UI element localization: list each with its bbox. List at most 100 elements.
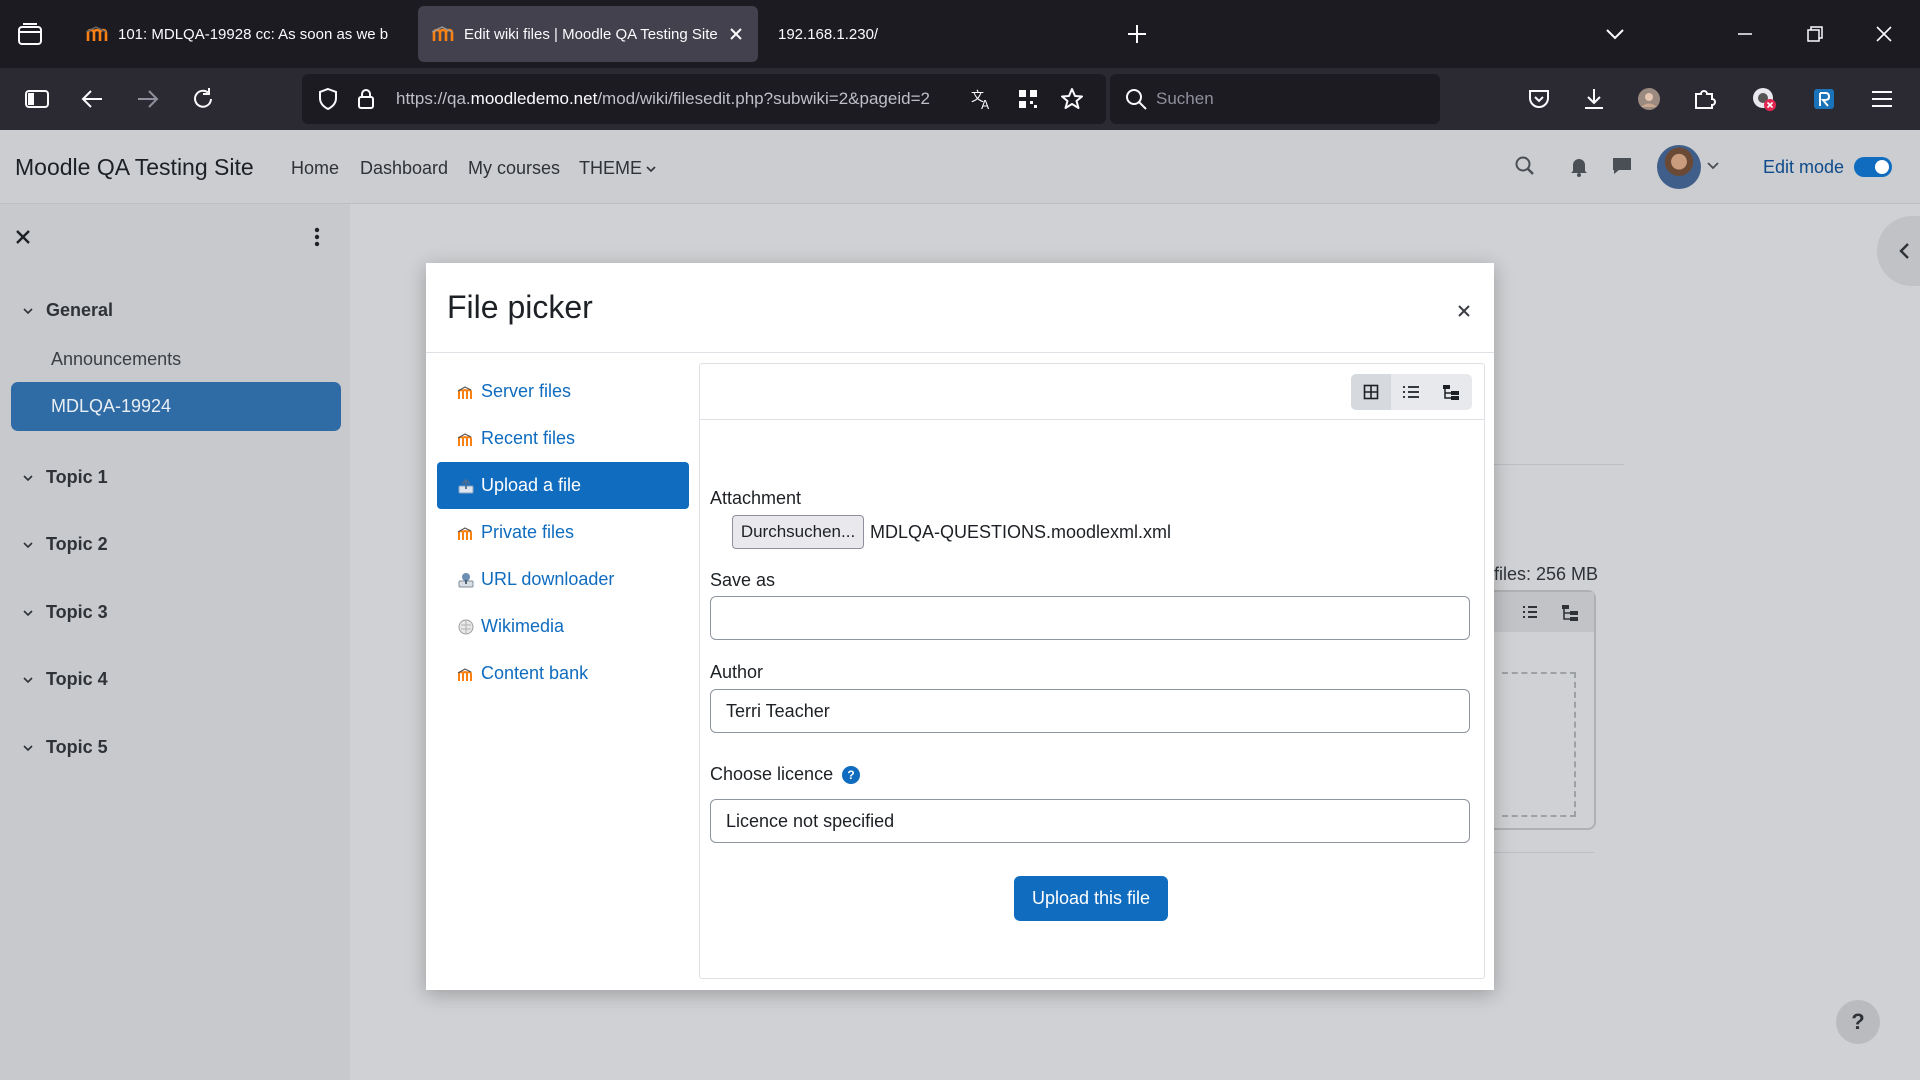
close-icon[interactable]: [1456, 303, 1472, 319]
moodle-favicon-icon: [432, 26, 454, 41]
extension-reader-icon[interactable]: [1811, 86, 1837, 112]
messages-bubble-icon[interactable]: [1610, 154, 1634, 178]
bookmark-star-icon[interactable]: [1060, 87, 1084, 111]
minimize-window-icon[interactable]: [1733, 22, 1757, 46]
browser-tab-edit-wiki-files[interactable]: Edit wiki files | Moodle QA Testing Site: [418, 6, 758, 62]
chevron-down-icon: [646, 166, 656, 173]
extension-blocker-icon[interactable]: [1751, 86, 1777, 112]
save-as-input[interactable]: [710, 596, 1470, 640]
site-name[interactable]: Moodle QA Testing Site: [15, 154, 254, 181]
repo-upload-a-file[interactable]: Upload a file: [437, 462, 689, 509]
help-button[interactable]: ?: [1836, 1000, 1880, 1044]
repo-private-files[interactable]: Private files: [437, 509, 689, 556]
course-item-mdlqa-19924[interactable]: MDLQA-19924: [11, 382, 341, 431]
account-avatar-icon[interactable]: [1636, 86, 1662, 112]
forward-arrow-icon[interactable]: [134, 86, 160, 112]
close-icon[interactable]: [14, 228, 32, 246]
section-label: Topic 1: [46, 467, 108, 487]
nav-theme-menu[interactable]: THEME: [579, 158, 656, 179]
chevron-down-icon: [23, 541, 33, 548]
section-general[interactable]: General: [22, 300, 113, 321]
chevron-down-icon: [23, 744, 33, 751]
edit-mode-label: Edit mode: [1763, 157, 1845, 177]
close-window-icon[interactable]: [1872, 22, 1896, 46]
translate-icon[interactable]: 文A: [970, 87, 994, 111]
tree-view-button[interactable]: [1431, 374, 1471, 410]
background-divider: [1494, 464, 1624, 465]
section-topic-3[interactable]: Topic 3: [22, 602, 108, 623]
repo-server-files[interactable]: Server files: [437, 368, 689, 415]
extensions-puzzle-icon[interactable]: [1691, 86, 1717, 112]
tree-view-icon: [1443, 385, 1459, 400]
repo-label: Upload a file: [481, 475, 582, 495]
section-label: General: [46, 300, 114, 320]
new-tab-plus-icon[interactable]: [1125, 22, 1149, 46]
icon-view-button[interactable]: [1351, 374, 1391, 410]
qr-code-icon[interactable]: [1016, 87, 1040, 111]
edit-mode-toggle[interactable]: [1854, 157, 1892, 177]
repository-list: Server files Recent files Upload a file …: [437, 368, 689, 697]
lock-icon[interactable]: [354, 87, 378, 111]
user-avatar[interactable]: [1657, 145, 1701, 189]
dialog-title: File picker: [447, 289, 593, 325]
background-filemanager-toolbar: [1494, 592, 1594, 632]
wikimedia-icon: [458, 619, 474, 634]
licence-select[interactable]: Licence not specified: [710, 799, 1470, 843]
browser-nav-bar: https://qa.moodledemo.net/mod/wiki/files…: [0, 68, 1920, 130]
file-picker-content: Attachment Durchsuchen... MDLQA-QUESTION…: [699, 363, 1485, 979]
address-bar[interactable]: https://qa.moodledemo.net/mod/wiki/files…: [302, 74, 1106, 124]
repo-label: Recent files: [481, 428, 576, 448]
browse-file-button[interactable]: Durchsuchen...: [732, 515, 864, 549]
chevron-left-icon: [1899, 243, 1909, 259]
section-topic-1[interactable]: Topic 1: [22, 467, 108, 488]
tab-title: 101: MDLQA-19928 cc: As soon as we begin: [118, 25, 388, 43]
browser-tab-mdlqa[interactable]: 101: MDLQA-19928 cc: As soon as we begin: [72, 6, 402, 62]
repo-url-downloader[interactable]: URL downloader: [437, 556, 689, 603]
section-topic-4[interactable]: Topic 4: [22, 669, 108, 690]
user-menu-chevron-icon[interactable]: [1706, 158, 1720, 172]
repo-label: Private files: [481, 522, 575, 542]
downloads-icon[interactable]: [1581, 86, 1607, 112]
reload-icon[interactable]: [190, 86, 216, 112]
help-question-icon[interactable]: ?: [842, 766, 860, 784]
moodle-icon: [457, 667, 472, 681]
browser-search-field[interactable]: Suchen: [1110, 74, 1440, 124]
more-options-kebab-icon[interactable]: [310, 226, 324, 248]
restore-window-icon[interactable]: [1803, 22, 1827, 46]
moodle-icon: [457, 432, 472, 446]
nav-my-courses[interactable]: My courses: [468, 158, 560, 179]
tab-list-icon[interactable]: [14, 20, 46, 50]
repo-recent-files[interactable]: Recent files: [437, 415, 689, 462]
author-input[interactable]: Terri Teacher: [710, 689, 1470, 733]
repo-wikimedia[interactable]: Wikimedia: [437, 603, 689, 650]
section-topic-5[interactable]: Topic 5: [22, 737, 108, 758]
section-topic-2[interactable]: Topic 2: [22, 534, 108, 555]
background-filemanager: [1494, 590, 1596, 830]
nav-home[interactable]: Home: [291, 158, 339, 179]
close-tab-icon[interactable]: [728, 26, 744, 42]
notification-bell-icon[interactable]: [1567, 154, 1591, 178]
repo-label: Server files: [481, 381, 572, 401]
course-item-announcements[interactable]: Announcements: [51, 349, 181, 370]
url-domain: moodledemo.net: [470, 89, 598, 108]
list-view-icon: [1403, 386, 1419, 398]
pocket-icon[interactable]: [1526, 86, 1552, 112]
list-view-button[interactable]: [1391, 374, 1431, 410]
upload-this-file-button[interactable]: Upload this file: [1014, 876, 1168, 921]
choose-licence-label: Choose licence: [710, 764, 834, 784]
moodle-icon: [457, 526, 472, 540]
shield-icon[interactable]: [316, 87, 340, 111]
course-item-label: MDLQA-19924: [51, 396, 172, 416]
upload-icon: [458, 478, 474, 493]
back-arrow-icon[interactable]: [80, 86, 106, 112]
browser-tab-bar: 101: MDLQA-19928 cc: As soon as we begin…: [0, 0, 1920, 68]
repo-content-bank[interactable]: Content bank: [437, 650, 689, 697]
tab-overflow-chevron-icon[interactable]: [1603, 22, 1627, 46]
url-text[interactable]: https://qa.moodledemo.net/mod/wiki/files…: [396, 89, 956, 109]
search-icon[interactable]: [1513, 154, 1537, 178]
sidebar-toggle-icon[interactable]: [24, 86, 50, 112]
app-menu-hamburger-icon[interactable]: [1869, 86, 1895, 112]
nav-dashboard[interactable]: Dashboard: [360, 158, 448, 179]
background-dropzone: [1502, 672, 1576, 817]
browser-tab-ip[interactable]: 192.168.1.230/: [764, 6, 1064, 62]
